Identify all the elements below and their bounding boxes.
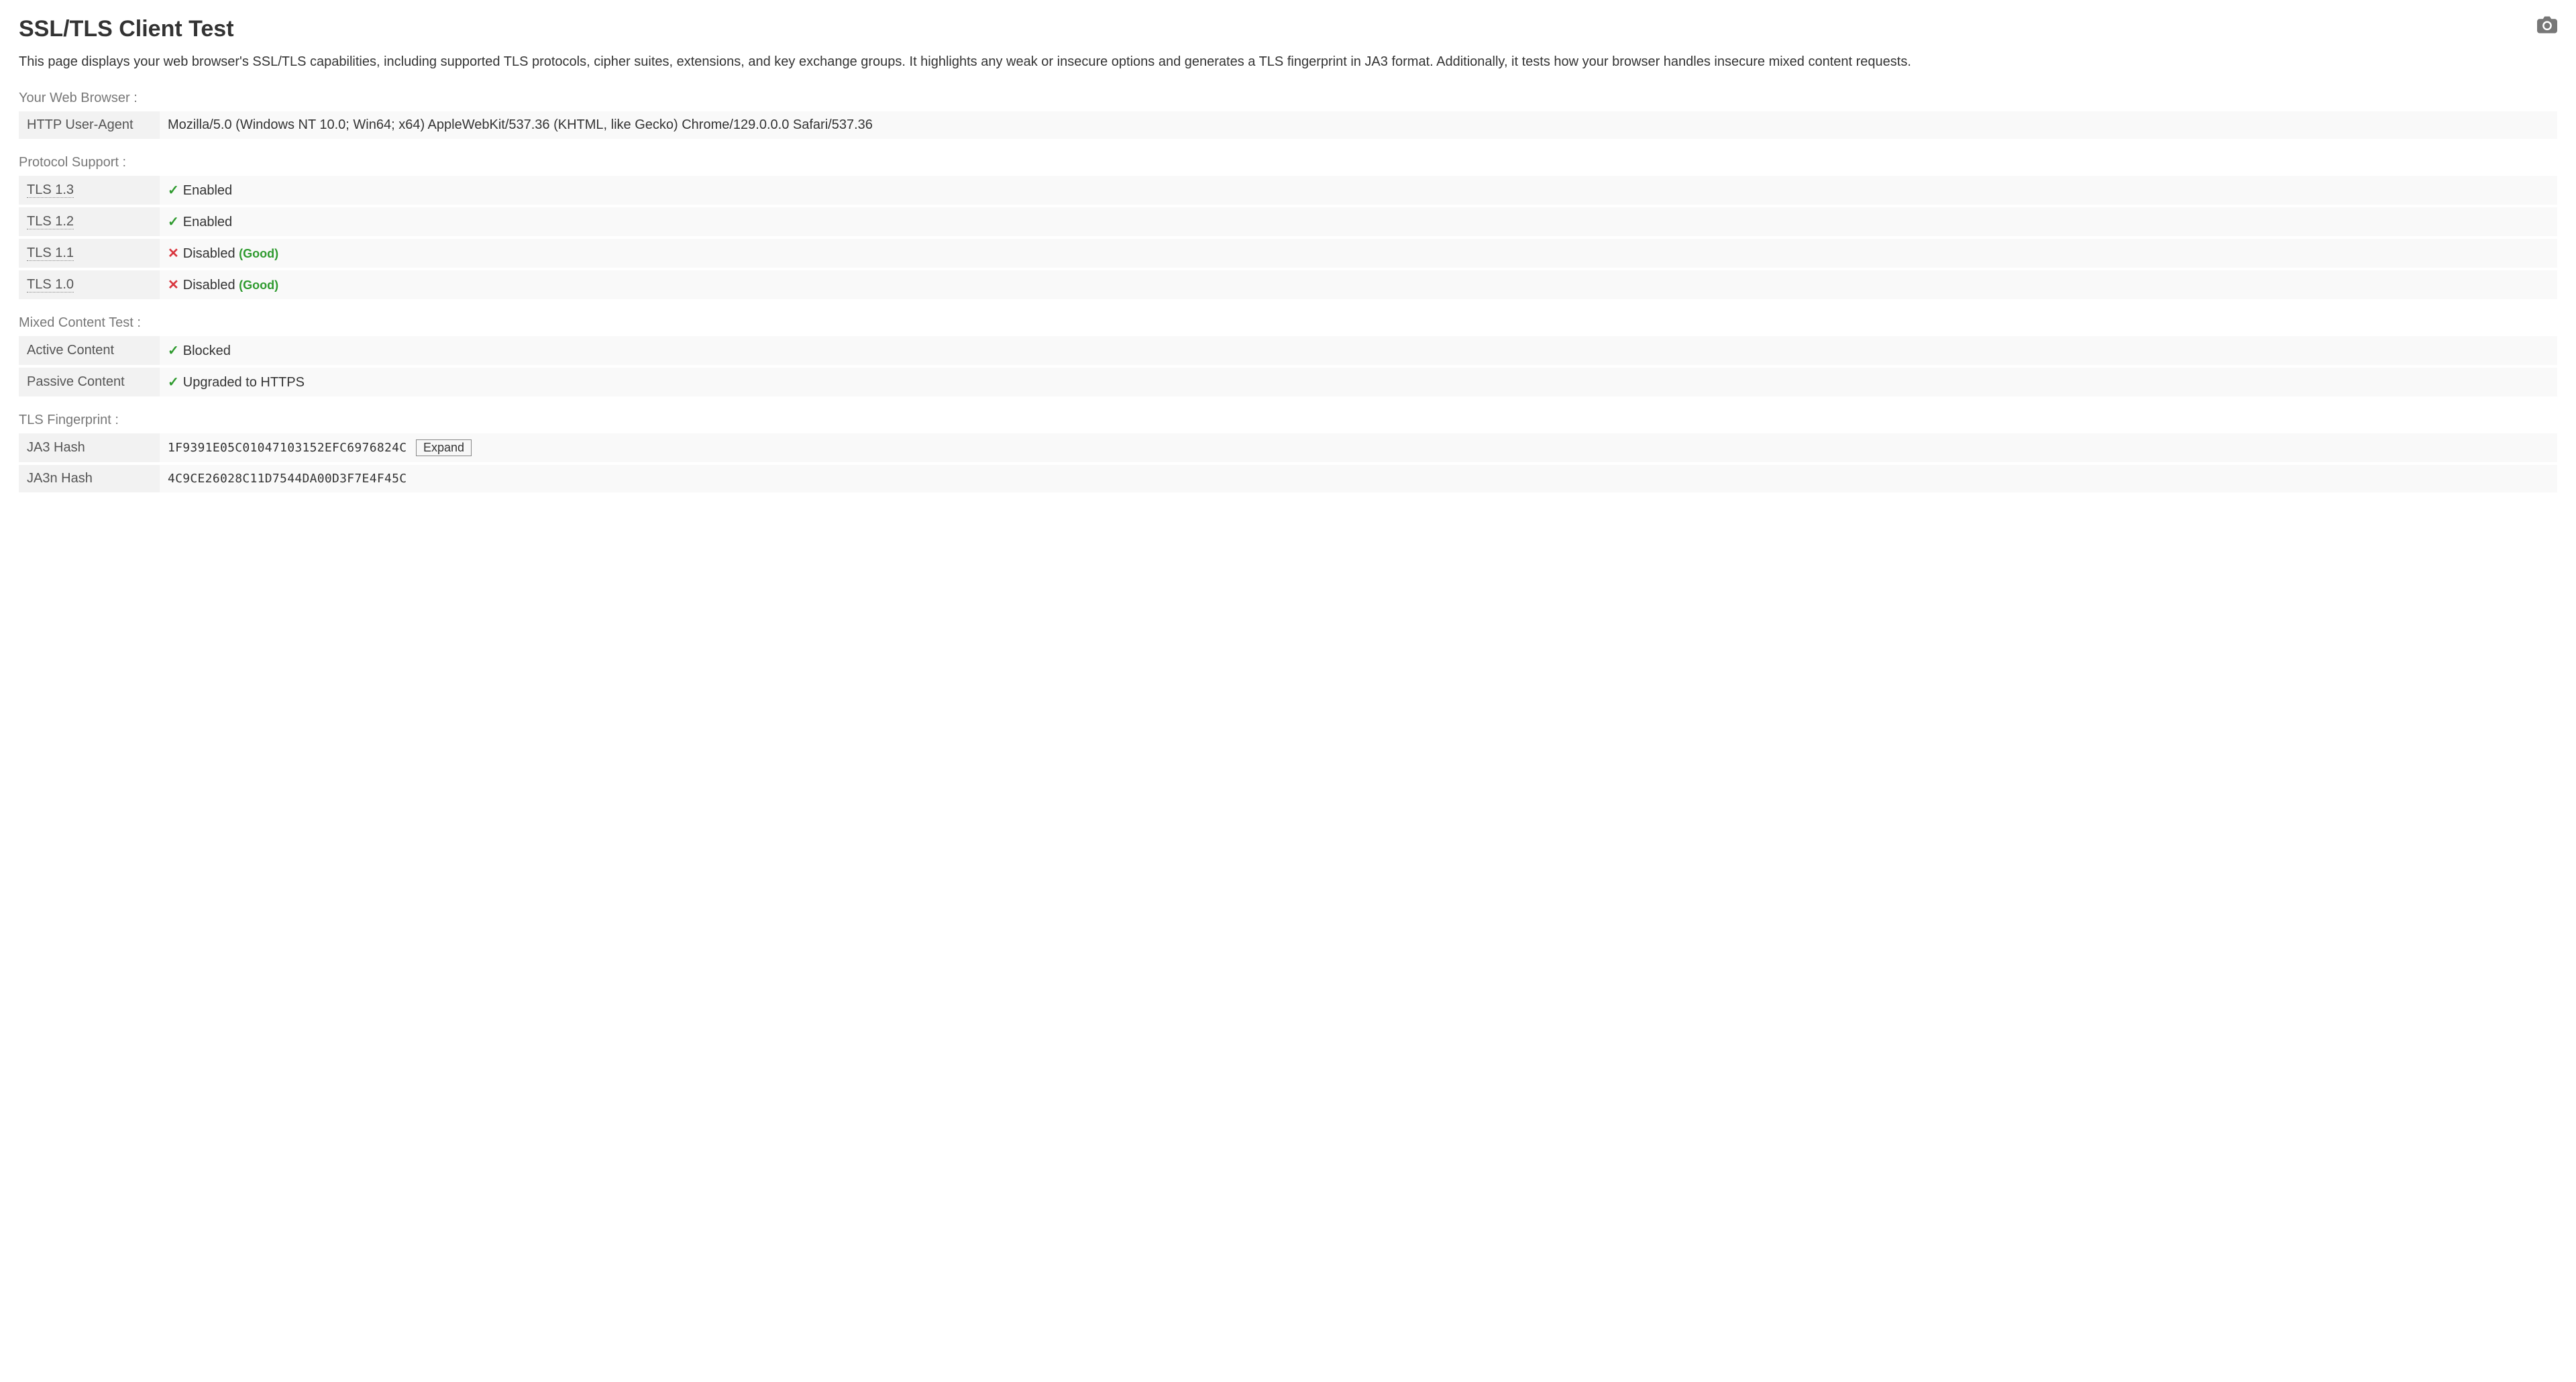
table-row: Passive Content ✓ Upgraded to HTTPS <box>19 366 2557 396</box>
row-value: 4C9CE26028C11D7544DA00D3F7E4F45C <box>160 464 2557 492</box>
status-text: Blocked <box>183 343 231 358</box>
status-text: Disabled <box>183 246 235 261</box>
intro-text: This page displays your web browser's SS… <box>19 52 2557 72</box>
row-label: JA3 Hash <box>19 433 160 464</box>
row-value: ✕ Disabled (Good) <box>160 237 2557 269</box>
row-value: ✓ Blocked <box>160 336 2557 366</box>
check-icon: ✓ <box>168 183 179 198</box>
status-note: (Good) <box>239 278 278 292</box>
row-value: ✓ Enabled <box>160 206 2557 237</box>
check-icon: ✓ <box>168 375 179 390</box>
section-title-mixed: Mixed Content Test : <box>19 315 2557 331</box>
table-row: TLS 1.3 ✓ Enabled <box>19 176 2557 206</box>
table-row: TLS 1.1 ✕ Disabled (Good) <box>19 237 2557 269</box>
cross-icon: ✕ <box>168 246 179 261</box>
row-label: HTTP User-Agent <box>19 111 160 139</box>
expand-button[interactable]: Expand <box>416 439 472 456</box>
table-row: Active Content ✓ Blocked <box>19 336 2557 366</box>
browser-table: HTTP User-Agent Mozilla/5.0 (Windows NT … <box>19 111 2557 139</box>
mixed-table: Active Content ✓ Blocked Passive Content … <box>19 336 2557 396</box>
table-row: HTTP User-Agent Mozilla/5.0 (Windows NT … <box>19 111 2557 139</box>
section-title-fingerprint: TLS Fingerprint : <box>19 413 2557 428</box>
status-text: Enabled <box>183 215 232 229</box>
row-label[interactable]: TLS 1.0 <box>27 277 74 293</box>
protocol-table: TLS 1.3 ✓ Enabled TLS 1.2 ✓ Enabled TLS 1.… <box>19 176 2557 299</box>
table-row: JA3n Hash 4C9CE26028C11D7544DA00D3F7E4F4… <box>19 464 2557 492</box>
section-title-browser: Your Web Browser : <box>19 91 2557 106</box>
row-label: Active Content <box>19 336 160 366</box>
table-row: JA3 Hash 1F9391E05C01047103152EFC6976824… <box>19 433 2557 464</box>
fingerprint-table: JA3 Hash 1F9391E05C01047103152EFC6976824… <box>19 433 2557 492</box>
screenshot-icon[interactable] <box>2537 16 2557 38</box>
row-value: Mozilla/5.0 (Windows NT 10.0; Win64; x64… <box>160 111 2557 139</box>
page-title: SSL/TLS Client Test <box>19 16 234 42</box>
row-label[interactable]: TLS 1.1 <box>27 246 74 261</box>
check-icon: ✓ <box>168 343 179 358</box>
hash-value: 4C9CE26028C11D7544DA00D3F7E4F45C <box>168 472 407 486</box>
row-value: 1F9391E05C01047103152EFC6976824C Expand <box>160 433 2557 464</box>
row-value: ✓ Enabled <box>160 176 2557 206</box>
status-text: Enabled <box>183 183 232 198</box>
row-label: JA3n Hash <box>19 464 160 492</box>
row-value: ✓ Upgraded to HTTPS <box>160 366 2557 396</box>
status-text: Disabled <box>183 278 235 293</box>
cross-icon: ✕ <box>168 278 179 293</box>
row-label[interactable]: TLS 1.3 <box>27 182 74 198</box>
status-text: Upgraded to HTTPS <box>183 375 305 390</box>
table-row: TLS 1.2 ✓ Enabled <box>19 206 2557 237</box>
table-row: TLS 1.0 ✕ Disabled (Good) <box>19 269 2557 299</box>
hash-value: 1F9391E05C01047103152EFC6976824C <box>168 441 407 455</box>
row-value: ✕ Disabled (Good) <box>160 269 2557 299</box>
row-label: Passive Content <box>19 366 160 396</box>
check-icon: ✓ <box>168 215 179 229</box>
section-title-protocol: Protocol Support : <box>19 155 2557 170</box>
row-label[interactable]: TLS 1.2 <box>27 214 74 229</box>
status-note: (Good) <box>239 247 278 260</box>
